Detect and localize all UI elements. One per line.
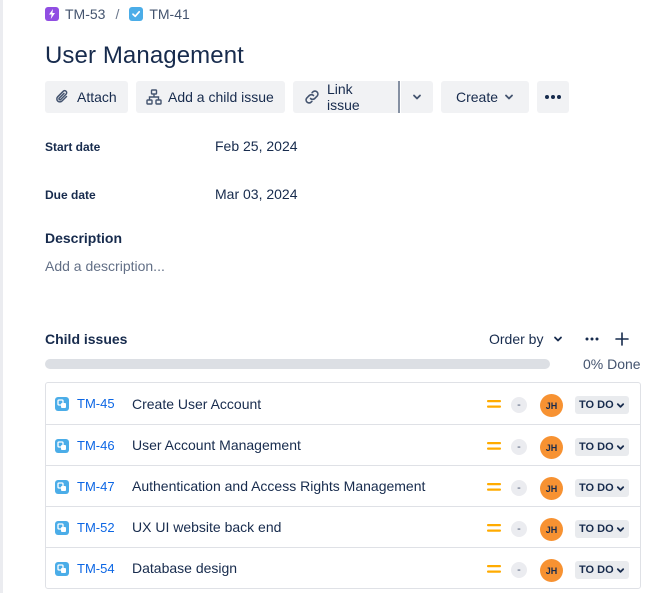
plus-icon: [615, 332, 630, 346]
create-label: Create: [455, 89, 499, 105]
story-points-badge[interactable]: -: [511, 521, 527, 537]
child-issue-summary[interactable]: Database design: [132, 560, 237, 576]
add-child-issue-plus-button[interactable]: [611, 328, 633, 350]
breadcrumb-parent-key: TM-53: [65, 6, 106, 22]
child-issue-row[interactable]: TM-46 User Account Management - JH TO DO: [46, 424, 640, 465]
add-child-issue-label: Add a child issue: [168, 89, 274, 105]
child-issue-summary[interactable]: UX UI website back end: [132, 519, 281, 535]
status-dropdown[interactable]: TO DO: [575, 479, 629, 497]
subtask-type-icon: [55, 480, 69, 494]
subtask-type-icon: [55, 562, 69, 576]
more-horizontal-icon: [585, 337, 599, 341]
progress-done-text: 0% Done: [583, 356, 641, 372]
due-date-label: Due date: [45, 188, 96, 202]
child-issue-row[interactable]: TM-54 Database design - JH TO DO: [46, 547, 640, 588]
child-issues-progress-bar: [45, 359, 550, 369]
assignee-avatar[interactable]: JH: [540, 477, 563, 500]
story-points-badge[interactable]: -: [511, 562, 527, 578]
child-issues-list: TM-45 Create User Account - JH TO DO TM-…: [45, 382, 641, 589]
attach-label: Attach: [77, 89, 117, 105]
child-issues-more-button[interactable]: [581, 328, 603, 350]
status-dropdown[interactable]: TO DO: [575, 561, 629, 579]
priority-medium-icon: [486, 562, 502, 581]
child-issue-key[interactable]: TM-47: [77, 479, 115, 494]
page-title[interactable]: User Management: [45, 42, 244, 70]
status-dropdown[interactable]: TO DO: [575, 396, 629, 414]
chevron-down-icon: [616, 485, 624, 491]
link-issue-label: Link issue: [327, 81, 360, 113]
order-by-dropdown[interactable]: Order by: [489, 331, 563, 347]
status-label: TO DO: [579, 523, 614, 535]
link-issue-button[interactable]: Link issue: [293, 81, 398, 113]
child-issue-row[interactable]: TM-47 Authentication and Access Rights M…: [46, 465, 640, 506]
add-child-issue-button[interactable]: Add a child issue: [136, 81, 285, 113]
start-date-value[interactable]: Feb 25, 2024: [215, 138, 298, 154]
epic-lightning-icon: [45, 7, 59, 21]
priority-medium-icon: [486, 439, 502, 458]
status-label: TO DO: [579, 441, 614, 453]
description-field[interactable]: Add a description...: [45, 258, 165, 274]
assignee-avatar[interactable]: JH: [540, 394, 563, 417]
task-checkbox-icon: [129, 7, 144, 21]
child-issue-key[interactable]: TM-45: [77, 396, 115, 411]
chevron-down-icon: [616, 444, 624, 450]
issue-toolbar: Attach Add a child issue Link issue Crea…: [45, 81, 569, 113]
start-date-label: Start date: [45, 140, 101, 154]
child-issue-summary[interactable]: User Account Management: [132, 437, 301, 453]
chevron-down-icon: [505, 94, 513, 100]
assignee-avatar[interactable]: JH: [540, 436, 563, 459]
priority-medium-icon: [486, 397, 502, 416]
create-button[interactable]: Create: [441, 81, 529, 113]
left-panel-edge: [0, 0, 3, 593]
paperclip-icon: [56, 89, 68, 103]
story-points-badge[interactable]: -: [511, 397, 527, 413]
order-by-label: Order by: [489, 331, 544, 347]
subtask-type-icon: [55, 397, 69, 411]
chevron-down-icon: [616, 567, 624, 573]
priority-medium-icon: [486, 521, 502, 540]
child-issue-row[interactable]: TM-45 Create User Account - JH TO DO: [46, 383, 640, 424]
status-label: TO DO: [579, 399, 614, 411]
chevron-down-icon: [554, 336, 563, 342]
assignee-avatar[interactable]: JH: [540, 559, 563, 582]
story-points-badge[interactable]: -: [511, 480, 527, 496]
status-label: TO DO: [579, 564, 614, 576]
chevron-down-icon: [413, 94, 421, 100]
description-heading: Description: [45, 230, 123, 246]
breadcrumb: TM-53 / TM-41: [45, 6, 190, 22]
link-issue-dropdown-button[interactable]: [401, 81, 433, 113]
child-issue-summary[interactable]: Authentication and Access Rights Managem…: [132, 478, 425, 494]
child-issues-heading: Child issues: [45, 331, 128, 347]
hierarchy-icon: [146, 89, 162, 105]
status-label: TO DO: [579, 482, 614, 494]
breadcrumb-current[interactable]: TM-41: [129, 6, 190, 22]
child-issue-summary[interactable]: Create User Account: [132, 396, 261, 412]
link-icon: [305, 90, 319, 104]
status-dropdown[interactable]: TO DO: [575, 438, 629, 456]
subtask-type-icon: [55, 439, 69, 453]
more-actions-button[interactable]: [537, 81, 569, 113]
assignee-avatar[interactable]: JH: [540, 518, 563, 541]
child-issues-actions: Order by: [489, 328, 633, 350]
child-issue-key[interactable]: TM-46: [77, 438, 115, 453]
child-issue-key[interactable]: TM-54: [77, 561, 115, 576]
more-horizontal-icon: [545, 95, 561, 99]
due-date-value[interactable]: Mar 03, 2024: [215, 186, 298, 202]
story-points-badge[interactable]: -: [511, 439, 527, 455]
breadcrumb-current-key: TM-41: [149, 6, 190, 22]
attach-button[interactable]: Attach: [45, 81, 128, 113]
subtask-type-icon: [55, 521, 69, 535]
chevron-down-icon: [616, 402, 624, 408]
chevron-down-icon: [616, 526, 624, 532]
breadcrumb-separator: /: [115, 6, 120, 22]
child-issue-key[interactable]: TM-52: [77, 520, 115, 535]
breadcrumb-parent[interactable]: TM-53: [45, 6, 105, 22]
priority-medium-icon: [486, 480, 502, 499]
split-button-divider: [398, 81, 400, 113]
status-dropdown[interactable]: TO DO: [575, 520, 629, 538]
child-issue-row[interactable]: TM-52 UX UI website back end - JH TO DO: [46, 506, 640, 547]
